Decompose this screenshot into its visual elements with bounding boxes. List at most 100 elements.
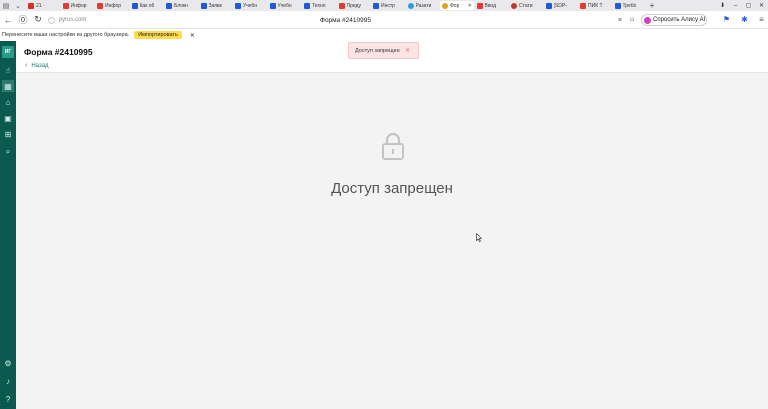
ask-alice-button[interactable]: Спросить Алису AI bbox=[641, 14, 707, 26]
url-field[interactable]: ◯ pyrus.com Форма #2410995 ≡ ⌑ bbox=[48, 14, 636, 26]
mouse-cursor-icon bbox=[476, 233, 482, 242]
window-controls: ⬇ – ▢ ✕ bbox=[716, 0, 768, 11]
tab-label: Ввод bbox=[484, 2, 497, 9]
tracker-icon bbox=[131, 2, 138, 9]
hand-icon[interactable]: ☝ bbox=[2, 64, 14, 76]
bulb-icon bbox=[442, 2, 448, 9]
tab-15[interactable]: [SDP- bbox=[544, 1, 578, 10]
tab-label: Учебн bbox=[243, 2, 258, 9]
page-title-in-url: Форма #2410995 bbox=[320, 16, 371, 24]
tab-label: Инстр bbox=[381, 2, 395, 9]
page-menu-icon[interactable]: ≡ bbox=[618, 17, 622, 24]
tab-label: Преду bbox=[346, 2, 361, 9]
chevron-left-icon: ‹ bbox=[25, 62, 28, 69]
toast-close-icon[interactable]: ✕ bbox=[405, 47, 410, 54]
main-content: Доступ запрещен bbox=[16, 74, 768, 409]
tab-16[interactable]: ПИК Т bbox=[578, 1, 612, 10]
search-icon[interactable]: ⌕ bbox=[2, 146, 14, 158]
tab-13[interactable]: Ввод bbox=[475, 1, 509, 10]
tab-12[interactable]: Фор ✕ bbox=[440, 1, 474, 10]
calendar-icon[interactable]: ▣ bbox=[2, 112, 14, 124]
tab-label: Стати bbox=[519, 2, 533, 9]
yandex-icon bbox=[97, 2, 103, 9]
extension-icon[interactable]: ⚑ bbox=[722, 15, 731, 24]
yandex-icon bbox=[62, 2, 69, 9]
tab-strip: ▤ ⌄ 21 · Инфор Инфор Как об Блокн Заявк Учебн У… bbox=[0, 0, 768, 11]
refresh-icon[interactable]: ↻ bbox=[31, 13, 45, 27]
maximize-icon[interactable]: ▢ bbox=[742, 2, 755, 9]
doc-icon bbox=[373, 2, 379, 9]
tab-label: Техно bbox=[312, 2, 326, 9]
tab-0[interactable]: 21 · bbox=[26, 1, 60, 10]
tracker-icon bbox=[304, 2, 310, 9]
telegram-icon bbox=[407, 2, 414, 9]
jira-icon bbox=[545, 2, 552, 9]
tab-11[interactable]: Разати bbox=[406, 1, 440, 10]
tab-label: ПИК Т bbox=[588, 2, 603, 9]
downloads-icon[interactable]: ⬇ bbox=[716, 2, 729, 9]
user-avatar[interactable]: ИГ bbox=[2, 46, 14, 58]
bell-icon[interactable]: ♪ bbox=[2, 375, 14, 387]
tab-2[interactable]: Инфор bbox=[95, 1, 129, 10]
ask-alice-label: Спросить Алису AI bbox=[653, 17, 706, 23]
settings-icon[interactable]: ⚙ bbox=[2, 357, 14, 369]
tab-label: Инфор bbox=[70, 2, 87, 9]
help-icon[interactable]: ? bbox=[2, 393, 14, 405]
extension-icon-2[interactable]: ✱ bbox=[740, 15, 749, 24]
yandex-browser-icon[interactable]: ⓪ bbox=[16, 13, 30, 27]
app-sidebar: ИГ ☝ ▦ ⌂ ▣ ⊞ ⌕ ⚙ ♪ ? bbox=[0, 41, 16, 409]
tab-label: Фор bbox=[450, 2, 460, 9]
tab-17[interactable]: Требо bbox=[613, 1, 647, 10]
menu-icon[interactable]: ≡ bbox=[757, 15, 766, 24]
back-arrow-icon[interactable]: ← bbox=[1, 13, 15, 27]
access-denied-toast: Доступ запрещен ✕ bbox=[348, 42, 419, 59]
tab-label: Разати bbox=[415, 2, 432, 9]
tab-8[interactable]: Техно bbox=[302, 1, 336, 10]
bookmark-icon[interactable]: ⌑ bbox=[630, 16, 634, 24]
tab-6[interactable]: Учебн bbox=[233, 1, 267, 10]
import-settings-bar: Перенесите ваши настройки из другого бра… bbox=[0, 29, 768, 41]
tracker-icon bbox=[200, 2, 207, 9]
tab-3[interactable]: Как об bbox=[130, 1, 164, 10]
tab-10[interactable]: Инстр bbox=[371, 1, 405, 10]
gmail-icon bbox=[28, 2, 34, 9]
toast-message: Доступ запрещен bbox=[355, 47, 400, 54]
close-window-icon[interactable]: ✕ bbox=[755, 2, 768, 9]
tab-label: Инфор bbox=[105, 2, 122, 9]
tab-4[interactable]: Блокн bbox=[164, 1, 198, 10]
page-title: Форма #2410995 bbox=[24, 47, 93, 57]
tracker-icon bbox=[166, 2, 172, 9]
tab-1[interactable]: Инфор bbox=[61, 1, 95, 10]
site-info-icon[interactable]: ◯ bbox=[48, 17, 55, 24]
lock-icon bbox=[382, 132, 404, 160]
opera-icon bbox=[511, 2, 517, 9]
tab-label: Требо bbox=[622, 2, 637, 9]
import-close-icon[interactable]: ✕ bbox=[190, 32, 195, 39]
import-button[interactable]: Импортировать bbox=[134, 31, 182, 39]
back-link[interactable]: ‹ Назад bbox=[25, 62, 49, 69]
tabs-dropdown-icon[interactable]: ⌄ bbox=[12, 0, 24, 11]
graduation-icon[interactable]: ⌂ bbox=[2, 96, 14, 108]
tab-9[interactable]: Преду bbox=[337, 1, 371, 10]
tab-7[interactable]: Учебн bbox=[268, 1, 302, 10]
tab-label: 21 · bbox=[36, 2, 45, 9]
import-message: Перенесите ваши настройки из другого бра… bbox=[2, 32, 130, 38]
tab-5[interactable]: Заявк bbox=[199, 1, 233, 10]
close-tab-icon[interactable]: ✕ bbox=[468, 3, 474, 9]
tab-14[interactable]: Стати bbox=[509, 1, 543, 10]
tab-label: Как об bbox=[139, 2, 155, 9]
tracker-icon bbox=[614, 2, 621, 9]
yandex-icon bbox=[476, 2, 483, 9]
minimize-icon[interactable]: – bbox=[729, 3, 742, 9]
alice-icon bbox=[644, 16, 651, 24]
new-tab-button[interactable]: + bbox=[647, 1, 657, 10]
tab-label: Заявк bbox=[208, 2, 222, 9]
tabs: 21 · Инфор Инфор Как об Блокн Заявк Учебн Учебн… bbox=[26, 0, 647, 11]
tab-label: [SDP- bbox=[553, 2, 567, 9]
back-label: Назад bbox=[31, 62, 49, 69]
org-structure-icon[interactable]: ⊞ bbox=[2, 128, 14, 140]
dashboard-icon[interactable]: ▦ bbox=[2, 80, 14, 92]
address-bar: ← ⓪ ↻ ◯ pyrus.com Форма #2410995 ≡ ⌑ Спр… bbox=[0, 11, 768, 29]
tab-label: Учебн bbox=[277, 2, 292, 9]
tab-list-icon[interactable]: ▤ bbox=[0, 0, 12, 11]
